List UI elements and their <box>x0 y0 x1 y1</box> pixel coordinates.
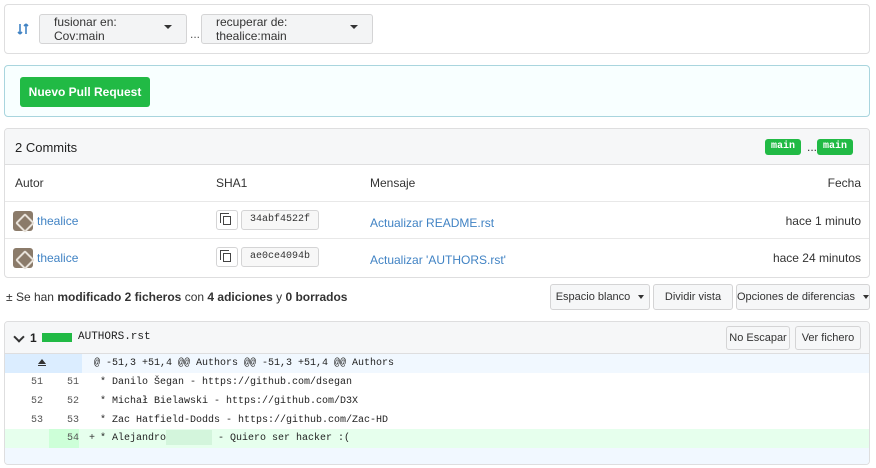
whitespace-label: Espacio blanco <box>555 291 631 303</box>
commit-row: thealice ae0ce4094b Actualizar 'AUTHORS.… <box>5 239 869 276</box>
commit-author-link[interactable]: thealice <box>37 214 78 228</box>
new-line-number[interactable]: 52 <box>43 392 79 411</box>
commit-author-link[interactable]: thealice <box>37 251 78 265</box>
expand-up-icon <box>38 359 46 364</box>
commit-date: hace 1 minuto <box>785 214 861 228</box>
plus-minus-icon: ± <box>6 290 13 304</box>
split-view-button[interactable]: Dividir vista <box>653 284 733 310</box>
commits-column-headers: Autor SHA1 Mensaje Fecha <box>5 165 869 202</box>
new-pull-request-button[interactable]: Nuevo Pull Request <box>20 77 150 107</box>
copy-sha-button[interactable] <box>216 247 238 267</box>
old-line-number[interactable]: 52 <box>5 392 43 411</box>
diff-line: 51 51 * Danilo Šegan - https://github.co… <box>5 373 869 392</box>
commit-sha-link[interactable]: 34abf4522f <box>241 210 320 230</box>
added-sign: + <box>89 433 96 444</box>
hunk-footer <box>5 448 869 464</box>
old-line-number[interactable]: 53 <box>5 411 43 430</box>
chevron-down-icon[interactable] <box>13 331 25 343</box>
caret-down-icon <box>350 25 358 29</box>
stats-with: con <box>184 290 205 304</box>
diff-stats-bar: ± Se han modificado 2 ficheros con 4 adi… <box>4 283 870 311</box>
hunk-text: @ -51,3 +51,4 @@ Authors @@ -51,3 +51,4 … <box>94 358 395 369</box>
stats-modified: modificado 2 ficheros <box>57 290 182 304</box>
stats-prefix: Se han <box>15 290 54 304</box>
diff-options-dropdown[interactable]: Opciones de diferencias <box>736 284 870 310</box>
expand-bar <box>38 365 46 366</box>
diff-line: 53 53 * Zac Hatfield-Dodds - https://git… <box>5 411 869 430</box>
commit-row: thealice 34abf4522f Actualizar README.rs… <box>5 202 869 239</box>
diff-line-added: 54 + * Alejandro - Quiero ser hacker :( <box>5 429 869 448</box>
base-branch-label: fusionar en: Cov:main <box>54 15 117 43</box>
base-branch-dropdown[interactable]: fusionar en: Cov:main <box>39 14 187 44</box>
commits-header: 2 Commits main ... main <box>5 129 869 165</box>
new-line-number[interactable]: 53 <box>43 411 79 430</box>
file-diff: 1 AUTHORS.rst No Escapar Ver fichero @ -… <box>4 321 870 465</box>
branch-badge-to: main <box>817 139 854 155</box>
caret-down-icon <box>164 25 172 29</box>
commits-table: 2 Commits main ... main Autor SHA1 Mensa… <box>4 128 870 278</box>
avatar[interactable] <box>13 248 33 268</box>
commit-message-link[interactable]: Actualizar 'AUTHORS.rst' <box>370 253 506 267</box>
file-diff-header: 1 AUTHORS.rst No Escapar Ver fichero <box>5 322 869 354</box>
line-code-start: * Alejandro <box>100 433 167 444</box>
line-code: * Danilo Šegan - https://github.com/dseg… <box>100 377 353 388</box>
pull-request-icon <box>17 23 29 35</box>
line-code-end: - Quiero ser hacker :( <box>212 433 351 444</box>
new-line-number[interactable]: 51 <box>43 373 79 392</box>
hunk-header: @ -51,3 +51,4 @@ Authors @@ -51,3 +51,4 … <box>5 354 869 373</box>
stats-additions: 4 adiciones <box>207 290 273 304</box>
avatar[interactable] <box>13 211 33 231</box>
expand-up-button[interactable] <box>5 354 82 373</box>
stats-deletions: 0 borrados <box>285 290 348 304</box>
commits-title: 2 Commits <box>15 140 78 155</box>
copy-icon <box>220 213 231 225</box>
redacted-text <box>166 429 213 445</box>
line-code: * Alejandro - Quiero ser hacker :( <box>100 429 350 448</box>
view-file-button[interactable]: Ver fichero <box>795 326 861 350</box>
compare-bar: fusionar en: Cov:main ... recuperar de: … <box>4 4 870 54</box>
whitespace-dropdown[interactable]: Espacio blanco <box>550 284 650 310</box>
column-message: Mensaje <box>370 176 416 190</box>
split-view-label: Dividir vista <box>664 291 722 303</box>
branch-separator: ... <box>807 140 818 154</box>
file-change-count: 1 <box>30 331 37 345</box>
file-name: AUTHORS.rst <box>78 331 151 343</box>
no-escape-button[interactable]: No Escapar <box>726 326 790 350</box>
commit-date: hace 24 minutos <box>772 251 861 265</box>
branch-badge-from: main <box>765 139 802 155</box>
diff-options-label: Opciones de diferencias <box>737 291 856 303</box>
compare-separator: ... <box>190 27 201 41</box>
column-date: Fecha <box>827 176 861 190</box>
old-line-number[interactable]: 51 <box>5 373 43 392</box>
copy-sha-button[interactable] <box>216 210 238 230</box>
column-author: Autor <box>15 176 44 190</box>
copy-icon <box>220 250 231 262</box>
diff-line: 52 52 * Michał Bielawski - https://githu… <box>5 392 869 411</box>
column-sha: SHA1 <box>216 176 248 190</box>
diff-stats-summary: ± Se han modificado 2 ficheros con 4 adi… <box>6 290 347 304</box>
new-line-number[interactable]: 54 <box>49 429 79 448</box>
caret-down-icon <box>638 295 645 299</box>
line-code: * Michał Bielawski - https://github.com/… <box>100 396 359 407</box>
diff-stat-bar <box>42 333 72 342</box>
new-pr-panel: Nuevo Pull Request <box>4 65 870 117</box>
commit-sha-link[interactable]: ae0ce4094b <box>241 247 320 267</box>
head-branch-label: recuperar de: thealice:main <box>216 15 288 43</box>
commit-message-link[interactable]: Actualizar README.rst <box>370 216 494 230</box>
stats-and: y <box>276 290 283 304</box>
caret-down-icon <box>863 295 869 299</box>
line-code: * Zac Hatfield-Dodds - https://github.co… <box>100 415 389 426</box>
head-branch-dropdown[interactable]: recuperar de: thealice:main <box>201 14 373 44</box>
